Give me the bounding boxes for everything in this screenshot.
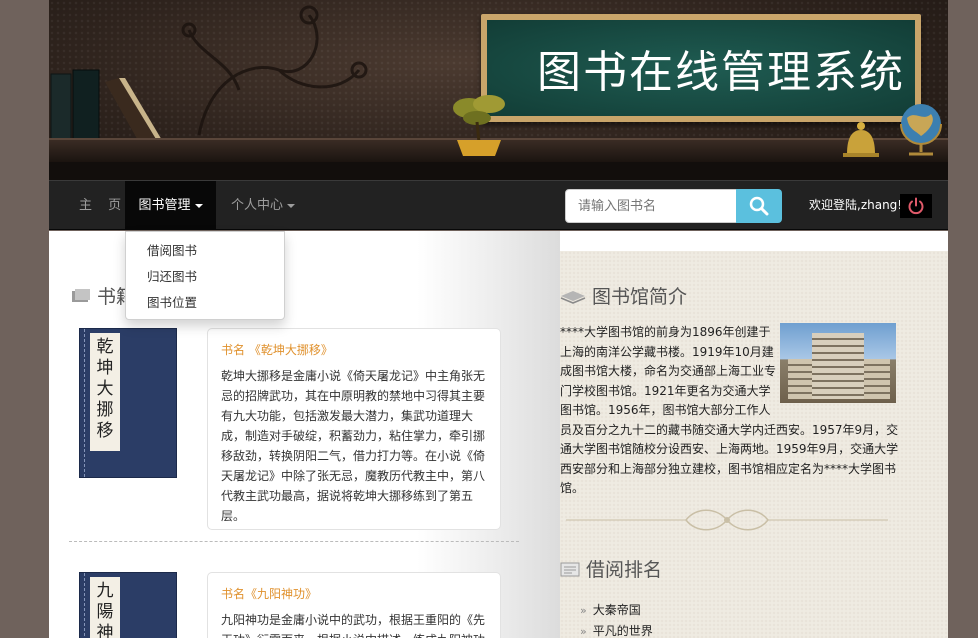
nav-personal-menu[interactable]: 个人中心 [231,181,296,230]
rank-section-label: 借阅排名 [586,559,663,581]
books-dropdown-menu: 借阅图书 归还图书 图书位置 [125,231,285,320]
header-banner: 图书在线管理系统 [49,0,948,180]
menu-item-location[interactable]: 图书位置 [126,290,284,316]
book-name[interactable]: 书名《九阳神功》 [221,585,487,602]
rank-item-label: 平凡的世界 [592,624,653,638]
nav-books-label: 图书管理 [138,198,191,213]
chalkboard-slate: 图书在线管理系统 [487,20,915,116]
menu-item-return[interactable]: 归还图书 [126,264,284,290]
double-chevron-icon: » [580,625,587,638]
top-navbar: 主 页 图书管理 个人中心 欢迎登陆,zhang! [49,180,948,230]
intro-section-label: 图书馆简介 [592,286,688,308]
globe-icon [900,104,942,156]
sidebar-column: 图书馆简介 ****大学图书馆的前身为1896年创建于上海的南洋公学藏书楼。19… [560,251,948,638]
banner-floor [49,162,948,180]
double-chevron-icon: » [580,604,587,617]
book-stack-icon [72,288,90,302]
scroll-divider-icon [566,509,888,531]
power-icon [908,197,924,215]
floral-ornament-icon [181,5,368,136]
book-card: 书名 《乾坤大挪移》 乾坤大挪移是金庸小说《倚天屠龙记》中主角张无忌的招牌武功，… [207,328,501,530]
search-icon [749,196,769,216]
book-cover[interactable]: 乾坤大挪移 [79,328,177,478]
page-title: 图书在线管理系统 [537,47,905,98]
cover-title: 乾坤大挪移 [90,333,120,451]
bell-icon [843,122,879,157]
book-description: 九阳神功是金庸小说中的武功，根据王重阳的《先天功》衍需而来，根据小说中描述，练成… [221,613,486,638]
rank-list: » 大秦帝国 » 平凡的世界 [580,600,653,638]
list-card-icon [560,562,580,576]
book-divider [69,541,519,542]
open-book-icon [560,290,586,304]
nav-home[interactable]: 主 页 [79,181,127,230]
rank-section-title: 借阅排名 [560,555,662,582]
intro-paragraph: ****大学图书馆的前身为1896年创建于上海的南洋公学藏书楼。1919年10月… [560,325,899,495]
caret-down-icon [194,203,203,208]
title-chalkboard: 图书在线管理系统 [481,14,921,122]
welcome-text: 欢迎登陆,zhang! [809,198,903,212]
cover-stitch [84,329,86,477]
menu-item-borrow[interactable]: 借阅图书 [126,238,284,264]
nav-personal-label: 个人中心 [231,198,284,213]
intro-section-title: 图书馆简介 [560,282,687,309]
rank-list-item[interactable]: » 平凡的世界 [580,621,653,638]
nav-books-menu[interactable]: 图书管理 [125,181,216,230]
intro-text: ****大学图书馆的前身为1896年创建于上海的南洋公学藏书楼。1919年10月… [560,323,900,499]
bonsai-plant-icon [453,95,505,156]
cover-title: 九陽神 [90,577,120,638]
search-button[interactable] [736,189,782,223]
caret-down-icon [287,203,296,208]
book-card: 书名《九阳神功》 九阳神功是金庸小说中的武功，根据王重阳的《先天功》衍需而来，根… [207,572,501,638]
cover-stitch [84,573,86,638]
rank-list-item[interactable]: » 大秦帝国 [580,600,653,621]
book-name[interactable]: 书名 《乾坤大挪移》 [221,341,487,358]
rank-item-label: 大秦帝国 [592,603,641,617]
book-cover[interactable]: 九陽神 [79,572,177,638]
search-input[interactable] [565,189,737,223]
book-description: 乾坤大挪移是金庸小说《倚天屠龙记》中主角张无忌的招牌武功，其在中原明教的禁地中习… [221,369,486,523]
logout-button[interactable] [900,194,932,218]
